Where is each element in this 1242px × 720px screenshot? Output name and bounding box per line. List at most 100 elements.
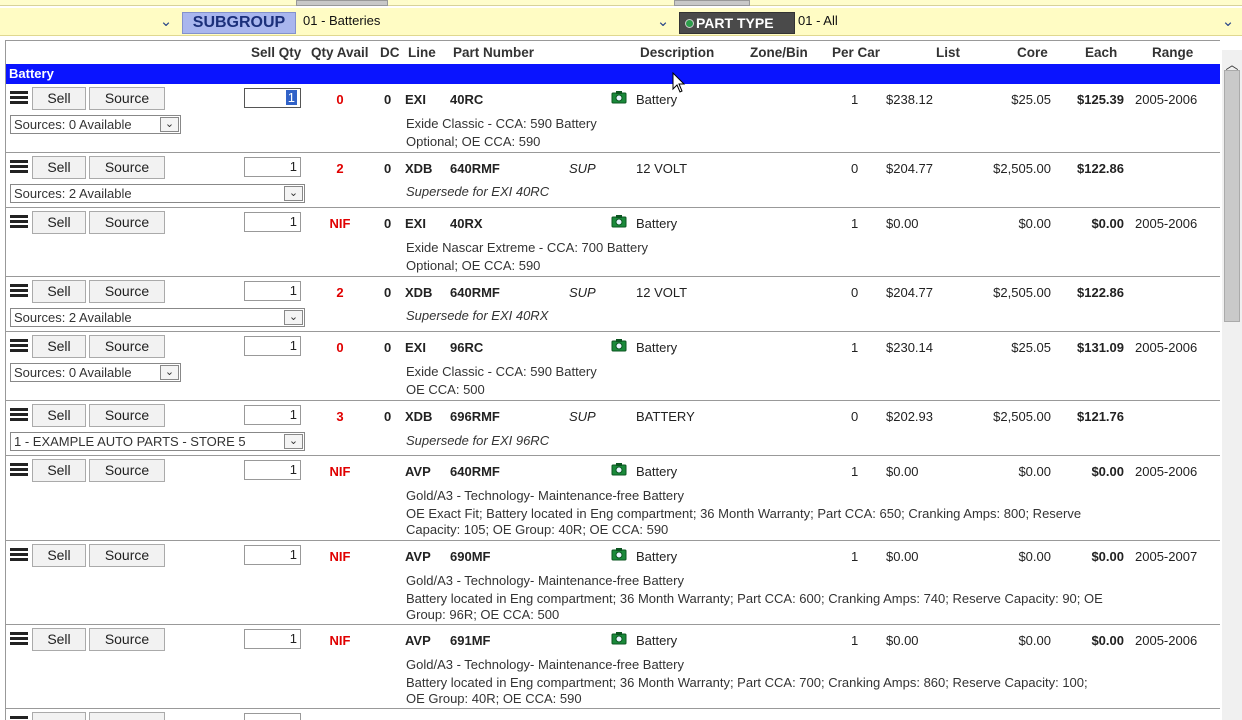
parts-catalog-window: { "filters": { "subgroup_label": "SUBGRO… — [0, 0, 1242, 720]
chevron-down-icon[interactable]: ⌄ — [1218, 12, 1238, 32]
table-row: Sell Source 1 NIF AVP 691MF Battery 1 $0.00 $0.00… — [6, 625, 1220, 709]
parttype-select[interactable]: 01 - All — [798, 13, 838, 28]
sell-qty-input[interactable]: 1 — [244, 460, 301, 480]
sources-select[interactable]: Sources: 0 Available ⌄ — [10, 363, 181, 382]
part-number[interactable]: 696RMF — [450, 409, 500, 424]
sell-button[interactable]: Sell — [32, 156, 86, 179]
chevron-down-icon[interactable]: ⌄ — [284, 434, 303, 449]
source-button[interactable]: Source — [89, 335, 165, 358]
qty-avail: 0 — [336, 92, 344, 107]
sell-button[interactable]: Sell — [32, 87, 86, 110]
sell-button[interactable]: Sell — [32, 544, 86, 567]
camera-icon[interactable] — [611, 631, 627, 645]
per-car: 1 — [851, 92, 859, 107]
each-price: $0.00 — [1091, 216, 1124, 231]
source-button[interactable]: Source — [89, 156, 165, 179]
table-row: Sell Source 1 NIF 0 EXI 40RX Battery 1 $0.00 $0.00… — [6, 208, 1220, 277]
subgroup-select[interactable]: 01 - Batteries — [303, 13, 380, 28]
chevron-down-icon[interactable]: ⌄ — [284, 186, 303, 201]
source-button[interactable]: Source — [89, 404, 165, 427]
sell-qty-input[interactable]: 1 — [244, 212, 301, 232]
hamburger-menu-icon[interactable] — [10, 548, 28, 562]
hamburger-menu-icon[interactable] — [10, 284, 28, 298]
part-number[interactable]: 640RMF — [450, 285, 500, 300]
sources-select[interactable]: Sources: 0 Available ⌄ — [10, 115, 181, 134]
hamburger-menu-icon[interactable] — [10, 160, 28, 174]
sources-select[interactable]: 1 - EXAMPLE AUTO PARTS - STORE 5 ⌄ — [10, 432, 305, 451]
col-header-qty-avail: Qty Avail — [311, 45, 369, 60]
part-number[interactable]: 640RMF — [450, 161, 500, 176]
part-number[interactable]: 690MF — [450, 549, 490, 564]
core-price: $25.05 — [1011, 92, 1051, 107]
sell-qty-input[interactable]: 1 — [244, 336, 301, 356]
table-row: Sell Source 1 0 0 EXI 96RC Battery 1 $230.14 $25.0… — [6, 332, 1220, 401]
sell-qty-input[interactable]: 1 — [244, 545, 301, 565]
camera-icon[interactable] — [611, 547, 627, 561]
sell-button[interactable]: Sell — [32, 628, 86, 651]
sell-button[interactable]: Sell — [32, 404, 86, 427]
sell-qty-input[interactable]: 1 — [244, 405, 301, 425]
chevron-down-icon[interactable]: ⌄ — [284, 310, 303, 325]
hamburger-menu-icon[interactable] — [10, 408, 28, 422]
sell-button[interactable]: Sell — [32, 459, 86, 482]
per-car: 1 — [851, 340, 859, 355]
scroll-up-icon[interactable]: ︿ — [1222, 54, 1242, 72]
sell-qty-input[interactable]: 1 — [244, 281, 301, 301]
sources-select-value: Sources: 2 Available — [14, 310, 132, 325]
camera-icon[interactable] — [611, 214, 627, 228]
dc-qty: 0 — [384, 340, 392, 355]
parttype-label[interactable]: PART TYPE — [679, 12, 795, 34]
each-price: $0.00 — [1091, 464, 1124, 479]
camera-icon[interactable] — [611, 90, 627, 104]
scroll-thumb[interactable] — [1224, 70, 1240, 322]
sell-button[interactable]: Sell — [32, 280, 86, 303]
part-note: Supersede for EXI 96RC — [406, 433, 550, 448]
upper-tab[interactable] — [674, 0, 750, 6]
sources-select[interactable]: Sources: 2 Available ⌄ — [10, 184, 305, 203]
source-button[interactable] — [89, 712, 165, 720]
source-button[interactable]: Source — [89, 544, 165, 567]
sell-button[interactable]: Sell — [32, 335, 86, 358]
vertical-scrollbar[interactable]: ︿ — [1222, 50, 1242, 720]
camera-icon[interactable] — [611, 338, 627, 352]
part-number[interactable]: 40RX — [450, 216, 483, 231]
sources-select[interactable]: Sources: 2 Available ⌄ — [10, 308, 305, 327]
hamburger-menu-icon[interactable] — [10, 716, 28, 720]
part-number[interactable]: 691MF — [450, 633, 490, 648]
hamburger-menu-icon[interactable] — [10, 463, 28, 477]
source-button[interactable]: Source — [89, 280, 165, 303]
sell-qty-input[interactable]: 1 — [244, 157, 301, 177]
hamburger-menu-icon[interactable] — [10, 339, 28, 353]
hamburger-menu-icon[interactable] — [10, 632, 28, 646]
subgroup-label[interactable]: SUBGROUP — [182, 12, 296, 34]
chevron-down-icon[interactable]: ⌄ — [160, 365, 179, 380]
part-number[interactable]: 96RC — [450, 340, 483, 355]
hamburger-menu-icon[interactable] — [10, 91, 28, 105]
chevron-down-icon[interactable]: ⌄ — [653, 12, 673, 32]
year-range: 2005-2006 — [1135, 92, 1198, 107]
chevron-down-icon[interactable]: ⌄ — [156, 12, 176, 32]
upper-tab[interactable] — [296, 0, 388, 6]
source-button[interactable]: Source — [89, 87, 165, 110]
table-row: Sell Source 1 2 0 XDB 640RMF SUP 12 VOLT 0 $204.77… — [6, 153, 1220, 208]
sell-qty-input[interactable] — [244, 713, 301, 720]
year-range: 2005-2006 — [1135, 464, 1198, 479]
each-price: $0.00 — [1091, 633, 1124, 648]
part-number[interactable]: 640RMF — [450, 464, 500, 479]
description: Battery — [636, 340, 678, 355]
sell-button[interactable] — [32, 712, 86, 720]
hamburger-menu-icon[interactable] — [10, 215, 28, 229]
camera-icon[interactable] — [611, 462, 627, 476]
part-note: Optional; OE CCA: 590 — [406, 258, 541, 273]
source-button[interactable]: Source — [89, 628, 165, 651]
source-button[interactable]: Source — [89, 211, 165, 234]
sell-qty-input[interactable]: 1 — [244, 629, 301, 649]
part-number[interactable]: 40RC — [450, 92, 483, 107]
sell-button[interactable]: Sell — [32, 211, 86, 234]
sell-qty-input[interactable]: 1 — [244, 88, 301, 108]
group-header-battery: Battery — [6, 64, 1220, 84]
dc-qty: 0 — [384, 216, 392, 231]
dc-qty: 0 — [384, 92, 392, 107]
chevron-down-icon[interactable]: ⌄ — [160, 117, 179, 132]
source-button[interactable]: Source — [89, 459, 165, 482]
